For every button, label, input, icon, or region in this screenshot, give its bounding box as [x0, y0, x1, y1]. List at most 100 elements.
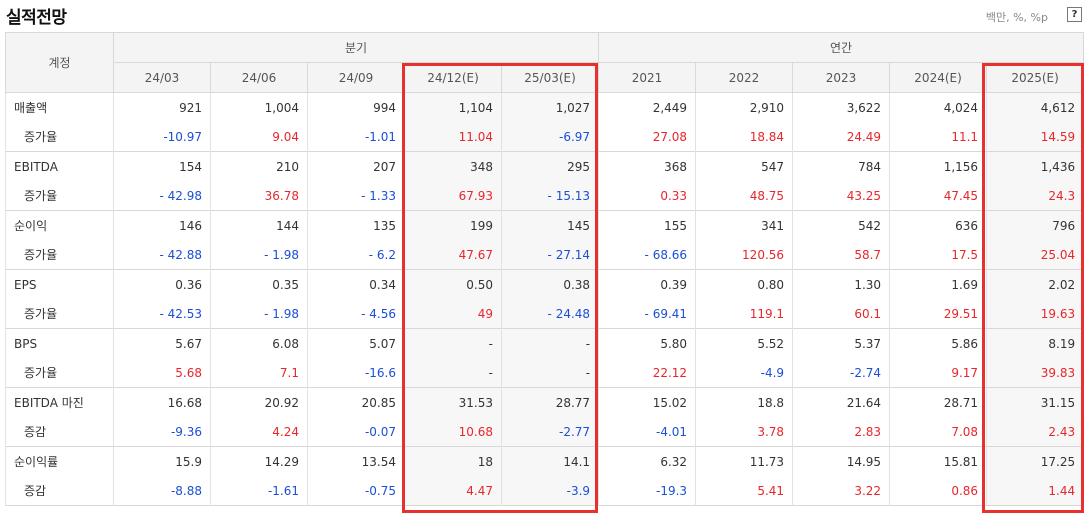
table-cell: -6.97 — [500, 122, 599, 152]
table-cell: 29.51 — [889, 299, 987, 329]
table-row: EPS 0.36 0.35 0.34 0.50 0.38 0.39 0.80 1.30 1.69 2… — [5, 269, 1084, 299]
header-period: 24/12(E) — [404, 62, 502, 93]
table-cell: 1,027 — [500, 92, 599, 122]
table-cell: - 1.33 — [307, 181, 405, 211]
table-cell: 28.77 — [500, 387, 599, 417]
table-cell: 14.1 — [500, 446, 599, 476]
table-cell: - 68.66 — [598, 240, 696, 270]
header-period: 24/06 — [210, 62, 308, 93]
table-row: 증가율 -10.97 9.04 -1.01 11.04 -6.97 27.08 18.84 24… — [5, 122, 1084, 152]
header-period: 2024(E) — [889, 62, 988, 93]
header-annual: 연간 — [598, 32, 1085, 63]
table-cell: 155 — [598, 210, 696, 240]
table-cell: 49 — [404, 299, 502, 329]
table-cell: 145 — [500, 210, 599, 240]
help-icon[interactable]: ? — [1067, 7, 1082, 22]
table-row: 증가율 - 42.53- 1.98- 4.56 49- 24.48- 69.41 11… — [5, 299, 1084, 329]
table-cell: 14.29 — [210, 446, 308, 476]
table-cell: 19.63 — [986, 299, 1084, 329]
table-row: 순이익 146 144 135 199 145 155 341 542 636 796 — [5, 210, 1084, 240]
table-cell: 199 — [404, 210, 502, 240]
table-cell: - — [500, 328, 599, 358]
table-cell: 18.84 — [695, 122, 793, 152]
table-cell: 0.36 — [113, 269, 211, 299]
table-cell: 0.39 — [598, 269, 696, 299]
row-label: 증가율 — [5, 240, 114, 270]
table-cell: - 4.56 — [307, 299, 405, 329]
table-cell: 2.02 — [986, 269, 1084, 299]
table-row: BPS 5.67 6.08 5.07- -5.80 5.52 5.37 5.86 8.19 — [5, 328, 1084, 358]
table-cell: 2,449 — [598, 92, 696, 122]
table-cell: 636 — [889, 210, 987, 240]
table-cell: 0.33 — [598, 181, 696, 211]
table-cell: 341 — [695, 210, 793, 240]
table-cell: 0.86 — [889, 476, 987, 506]
table-cell: -4.9 — [695, 358, 793, 388]
table-cell: 921 — [113, 92, 211, 122]
row-label: EPS — [5, 269, 114, 299]
table-cell: 4.24 — [210, 417, 308, 447]
row-label: 증감 — [5, 417, 114, 447]
table-cell: 348 — [404, 151, 502, 181]
header-period: 2021 — [598, 62, 697, 93]
table-cell: 547 — [695, 151, 793, 181]
table-cell: 11.73 — [695, 446, 793, 476]
table-cell: 3.78 — [695, 417, 793, 447]
table-cell: 4.47 — [404, 476, 502, 506]
table-cell: 7.1 — [210, 358, 308, 388]
table-cell: 9.17 — [889, 358, 987, 388]
table-cell: 1,436 — [986, 151, 1084, 181]
table-cell: 20.85 — [307, 387, 405, 417]
table-cell: 3,622 — [792, 92, 890, 122]
table-cell: -16.6 — [307, 358, 405, 388]
table-cell: 14.95 — [792, 446, 890, 476]
table-cell: 2.83 — [792, 417, 890, 447]
table-cell: 6.08 — [210, 328, 308, 358]
table-cell: 48.75 — [695, 181, 793, 211]
table-cell: 9.04 — [210, 122, 308, 152]
table-cell: -2.74 — [792, 358, 890, 388]
table-cell: 5.86 — [889, 328, 987, 358]
table-row: 증가율 - 42.88- 1.98- 6.2 47.67- 27.14- 68.66… — [5, 240, 1084, 270]
table-cell: - 69.41 — [598, 299, 696, 329]
table-cell: -10.97 — [113, 122, 211, 152]
table-row: 증가율 5.68 7.1 -16.6- -22.12 -4.9 -2.74 9.17 39.83 — [5, 358, 1084, 388]
table-cell: 120.56 — [695, 240, 793, 270]
table-cell: 1,104 — [404, 92, 502, 122]
row-label: 증가율 — [5, 299, 114, 329]
table-row: 증감 -8.88 -1.61 -0.75 4.47 -3.9 -19.3 5.41 3.22 0.… — [5, 476, 1084, 506]
table-row: 증가율 - 42.98 36.78- 1.33 67.93- 15.13 0.33 48.… — [5, 181, 1084, 211]
table-cell: -8.88 — [113, 476, 211, 506]
table-cell: 13.54 — [307, 446, 405, 476]
table-row: EBITDA 154 210 207 348 295 368 547 784 1,156 1,436 — [5, 151, 1084, 181]
table-cell: 24.49 — [792, 122, 890, 152]
table-cell: 5.07 — [307, 328, 405, 358]
table-row: 매출액 921 1,004 994 1,104 1,027 2,449 2,910 3,622 4… — [5, 92, 1084, 122]
table-cell: 27.08 — [598, 122, 696, 152]
table-cell: 16.68 — [113, 387, 211, 417]
table-cell: 210 — [210, 151, 308, 181]
table-row: EBITDA 마진 16.68 20.92 20.85 31.53 28.77 15.02 1… — [5, 387, 1084, 417]
table-cell: 15.9 — [113, 446, 211, 476]
row-label: 증가율 — [5, 122, 114, 152]
row-label: 증가율 — [5, 358, 114, 388]
table-cell: 5.37 — [792, 328, 890, 358]
table-cell: 3.22 — [792, 476, 890, 506]
header-quarterly: 분기 — [112, 32, 600, 63]
table-cell: 5.41 — [695, 476, 793, 506]
table-cell: 207 — [307, 151, 405, 181]
row-label: BPS — [5, 328, 114, 358]
table-cell: 60.1 — [792, 299, 890, 329]
table-cell: 144 — [210, 210, 308, 240]
table-cell: -1.61 — [210, 476, 308, 506]
table-cell: 67.93 — [404, 181, 502, 211]
table-cell: 1.69 — [889, 269, 987, 299]
table-cell: 47.67 — [404, 240, 502, 270]
table-cell: 0.35 — [210, 269, 308, 299]
table-cell: 25.04 — [986, 240, 1084, 270]
table-cell: -19.3 — [598, 476, 696, 506]
table-cell: 5.52 — [695, 328, 793, 358]
table-cell: 18.8 — [695, 387, 793, 417]
table-cell: - 1.98 — [210, 299, 308, 329]
unit-label: 백만, %, %p — [985, 11, 1048, 24]
